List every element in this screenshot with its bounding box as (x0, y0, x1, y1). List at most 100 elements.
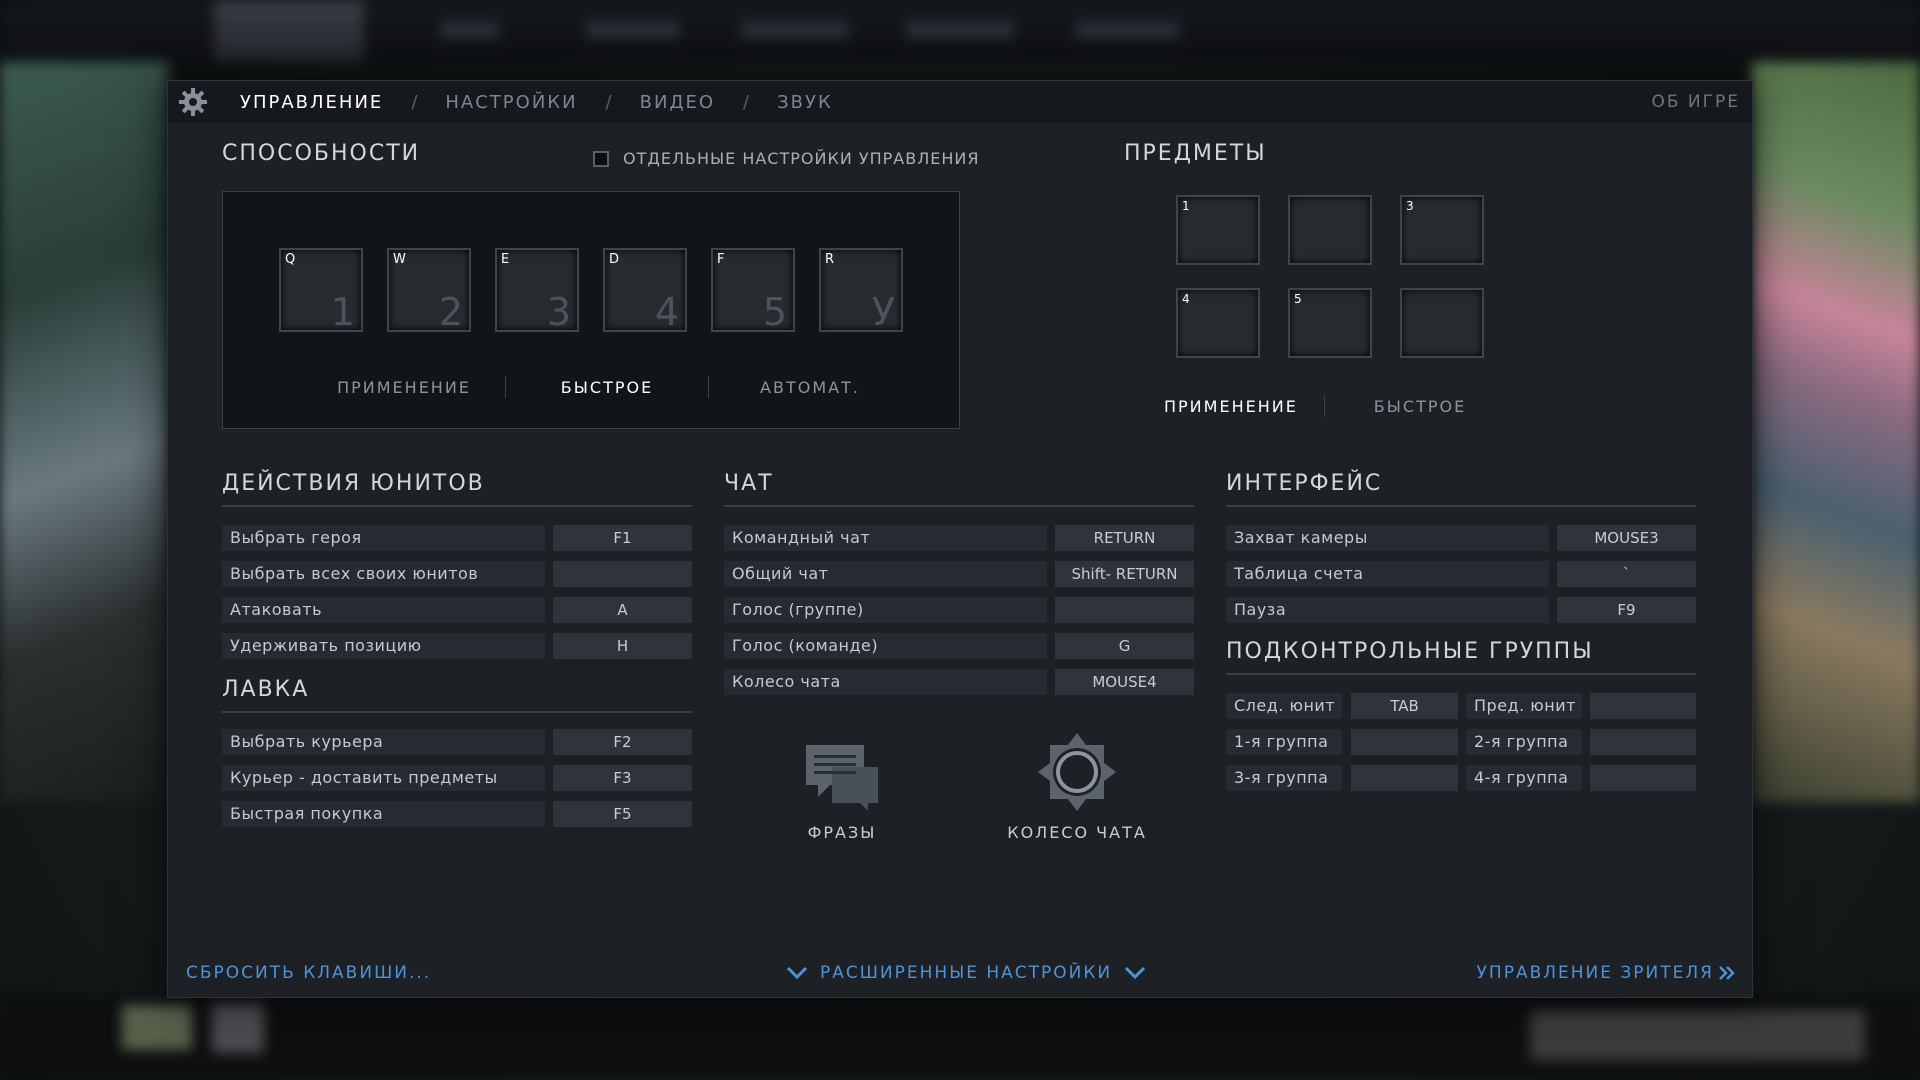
chat-wheel-label: КОЛЕСО ЧАТА (1007, 823, 1147, 842)
bind-key-button[interactable] (1590, 693, 1696, 719)
separate-controls-label: ОТДЕЛЬНЫЕ НАСТРОЙКИ УПРАВЛЕНИЯ (623, 149, 980, 168)
reset-keys-link[interactable]: СБРОСИТЬ КЛАВИШИ... (186, 963, 431, 983)
item-slot[interactable]: 1 (1176, 195, 1260, 265)
ability-slot[interactable]: R У (819, 248, 903, 334)
bind-key-button[interactable] (1055, 597, 1194, 623)
abilities-title: СПОСОБНОСТИ (222, 141, 421, 166)
bind-key-button[interactable] (1351, 729, 1458, 755)
ability-hotkey: E (501, 252, 510, 267)
ability-number: 5 (762, 290, 787, 334)
bind-key-button[interactable]: F2 (553, 729, 692, 755)
bind-label: След. юнит (1226, 693, 1342, 719)
background-top-bar (0, 0, 1920, 62)
unit-actions-title: ДЕЙСТВИЯ ЮНИТОВ (222, 471, 485, 496)
advanced-settings-toggle[interactable]: РАСШИРЕННЫЕ НАСТРОЙКИ (786, 963, 1146, 983)
item-slot[interactable] (1288, 195, 1372, 265)
tab-sound[interactable]: ЗВУК (777, 92, 833, 113)
chat-phrases-icon[interactable] (802, 741, 882, 811)
bind-label: Пред. юнит (1466, 693, 1582, 719)
settings-nav-bar: УПРАВЛЕНИЕ / НАСТРОЙКИ / ВИДЕО / ЗВУК ОБ… (168, 81, 1752, 123)
bind-label: Выбрать курьера (222, 729, 545, 755)
item-slot[interactable]: 3 (1400, 195, 1484, 265)
tab-controls[interactable]: УПРАВЛЕНИЕ (240, 92, 383, 113)
background-hud-element (212, 1003, 264, 1053)
ability-number: 2 (438, 290, 463, 334)
ability-slot[interactable]: Q 1 (279, 248, 363, 334)
double-chevron-right-icon (1719, 966, 1735, 980)
background-tab (740, 22, 850, 38)
mode-separator (1324, 395, 1325, 417)
item-slot[interactable]: 4 (1176, 288, 1260, 358)
item-hotkey: 3 (1406, 199, 1414, 213)
cast-mode-quick[interactable]: БЫСТРОЕ (536, 378, 678, 397)
background-logo (214, 0, 364, 62)
background-tab (1075, 22, 1180, 38)
spectator-controls-link[interactable]: УПРАВЛЕНИЕ ЗРИТЕЛЯ (1477, 963, 1736, 983)
bind-key-button[interactable] (553, 561, 692, 587)
bind-label: Атаковать (222, 597, 545, 623)
background-hud-element (122, 1005, 192, 1050)
bind-key-button[interactable]: A (553, 597, 692, 623)
bind-key-button[interactable] (1590, 729, 1696, 755)
bind-key-button[interactable]: ` (1557, 561, 1696, 587)
cast-mode-auto[interactable]: АВТОМАТ. (739, 378, 881, 397)
ability-slot[interactable]: F 5 (711, 248, 795, 334)
tab-settings[interactable]: НАСТРОЙКИ (445, 92, 577, 113)
separate-controls-checkbox-row[interactable]: ОТДЕЛЬНЫЕ НАСТРОЙКИ УПРАВЛЕНИЯ (593, 149, 979, 168)
ability-number: 1 (330, 290, 355, 334)
bind-key-button[interactable]: F5 (553, 801, 692, 827)
bind-key-button[interactable]: G (1055, 633, 1194, 659)
bind-label: Командный чат (724, 525, 1047, 551)
mode-separator (505, 376, 506, 398)
mode-separator (708, 376, 709, 398)
tab-video[interactable]: ВИДЕО (640, 92, 715, 113)
phrases-label: ФРАЗЫ (807, 823, 877, 842)
items-title: ПРЕДМЕТЫ (1124, 141, 1267, 166)
bind-key-button[interactable]: RETURN (1055, 525, 1194, 551)
bind-key-button[interactable]: F9 (1557, 597, 1696, 623)
interface-title: ИНТЕРФЕЙС (1226, 471, 1383, 496)
bind-key-button[interactable] (1351, 765, 1458, 791)
ability-hotkey: D (609, 252, 620, 267)
bind-label: Выбрать всех своих юнитов (222, 561, 545, 587)
bind-label: Выбрать героя (222, 525, 545, 551)
ability-slot[interactable]: E 3 (495, 248, 579, 334)
chat-title: ЧАТ (724, 471, 774, 496)
item-mode-quick[interactable]: БЫСТРОЕ (1355, 397, 1485, 416)
tab-separator: / (743, 91, 750, 113)
item-slot[interactable]: 5 (1288, 288, 1372, 358)
bind-label: Курьер - доставить предметы (222, 765, 545, 791)
chat-wheel-icon[interactable] (1036, 731, 1118, 813)
bind-key-button[interactable]: H (553, 633, 692, 659)
ability-hotkey: Q (285, 252, 296, 267)
control-groups-title: ПОДКОНТРОЛЬНЫЕ ГРУППЫ (1226, 639, 1594, 664)
bind-key-button[interactable]: MOUSE4 (1055, 669, 1194, 695)
item-cast-modes: ПРИМЕНЕНИЕ БЫСТРОЕ (1164, 395, 1485, 417)
tab-separator: / (411, 91, 418, 113)
background-bottom-hud (0, 995, 1920, 1080)
bind-label: Колесо чата (724, 669, 1047, 695)
section-underline (1226, 673, 1696, 675)
ability-slot[interactable]: D 4 (603, 248, 687, 334)
bind-key-button[interactable]: F1 (553, 525, 692, 551)
settings-panel: УПРАВЛЕНИЕ / НАСТРОЙКИ / ВИДЕО / ЗВУК ОБ… (167, 80, 1753, 998)
item-hotkey: 4 (1182, 292, 1190, 306)
bind-key-button[interactable] (1590, 765, 1696, 791)
bind-label: Пауза (1226, 597, 1549, 623)
background-tab (440, 22, 500, 38)
about-game-link[interactable]: ОБ ИГРЕ (1651, 92, 1740, 112)
bind-key-button[interactable]: F3 (553, 765, 692, 791)
bind-label: Общий чат (724, 561, 1047, 587)
item-slot[interactable] (1400, 288, 1484, 358)
bind-key-button[interactable]: Shift- RETURN (1055, 561, 1194, 587)
bind-key-button[interactable]: TAB (1351, 693, 1458, 719)
background-disconnect-button (1530, 1010, 1865, 1060)
background-tab (905, 22, 1015, 38)
spectator-controls-label: УПРАВЛЕНИЕ ЗРИТЕЛЯ (1476, 963, 1714, 983)
cast-mode-normal[interactable]: ПРИМЕНЕНИЕ (333, 378, 475, 397)
separate-controls-checkbox[interactable] (593, 150, 609, 167)
item-hotkey: 5 (1294, 292, 1302, 306)
ability-slot[interactable]: W 2 (387, 248, 471, 334)
item-mode-normal[interactable]: ПРИМЕНЕНИЕ (1164, 397, 1296, 416)
bind-key-button[interactable]: MOUSE3 (1557, 525, 1696, 551)
